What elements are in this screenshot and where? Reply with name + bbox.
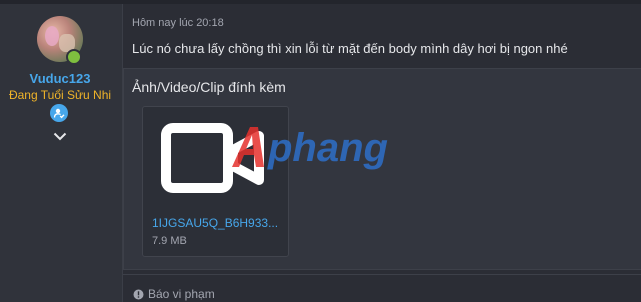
attachment-filename[interactable]: 1IJGSAU5Q_B6H933...: [152, 216, 284, 230]
attachment-filesize: 7.9 MB: [152, 235, 187, 247]
footer-divider: [123, 274, 641, 275]
user-check-icon: [50, 104, 68, 122]
user-sidebar: Vuduc123 Đang Tuổi Sửu Nhi: [0, 4, 123, 302]
watermark-text: phang: [267, 126, 388, 170]
post-timestamp[interactable]: Hôm nay lúc 20:18: [132, 17, 224, 29]
site-watermark-logo: phang: [232, 126, 388, 170]
user-title: Đang Tuổi Sửu Nhi: [8, 88, 112, 102]
post-body: Lúc nó chưa lấy chồng thì xin lỗi từ mặt…: [132, 41, 568, 56]
attachments-heading: Ảnh/Video/Clip đính kèm: [132, 79, 286, 95]
attachments-block: Ảnh/Video/Clip đính kèm 1IJGSAU5Q_B6H933…: [123, 68, 641, 270]
report-label: Báo vi phạm: [148, 287, 215, 301]
report-button[interactable]: Báo vi phạm: [133, 287, 215, 301]
alert-circle-icon: [133, 289, 144, 299]
chevron-down-icon[interactable]: [52, 130, 68, 142]
post-main: Hôm nay lúc 20:18 Lúc nó chưa lấy chồng …: [123, 4, 641, 302]
online-status-icon: [66, 49, 82, 65]
username-link[interactable]: Vuduc123: [0, 71, 120, 86]
